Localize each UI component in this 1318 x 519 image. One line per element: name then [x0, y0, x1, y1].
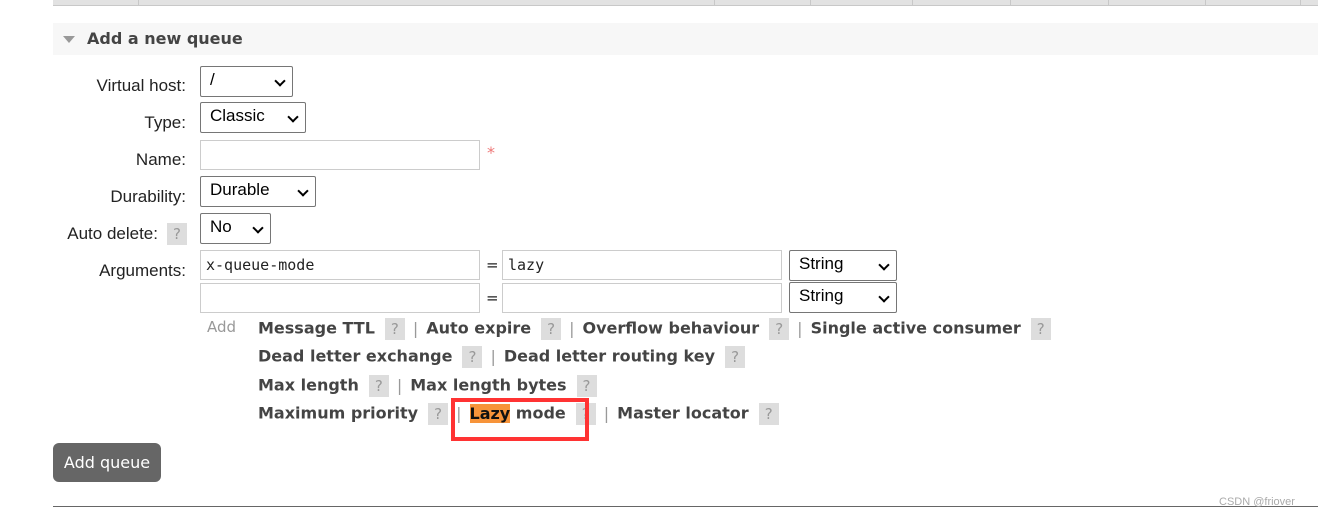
watermark: CSDN @friover: [1219, 496, 1295, 508]
help-icon[interactable]: ?: [368, 375, 389, 397]
argument-type-select[interactable]: String: [789, 250, 897, 281]
help-icon[interactable]: ?: [576, 375, 597, 397]
equals-sign: =: [486, 256, 499, 274]
auto-delete-label: Auto delete:: [67, 224, 158, 243]
selected-value: Classic: [210, 106, 265, 125]
help-icon[interactable]: ?: [1030, 318, 1051, 340]
add-argument-link[interactable]: Single active consumer: [811, 319, 1021, 338]
argument-value-input[interactable]: lazy: [502, 250, 782, 280]
help-icon[interactable]: ?: [725, 346, 746, 368]
help-icon[interactable]: ?: [384, 318, 405, 340]
table-footer-strip: [53, 0, 1318, 6]
chevron-down-icon: [297, 185, 309, 197]
argument-shortcut-row: Max length? | Max length bytes?: [258, 375, 597, 397]
arguments-label: Arguments:: [99, 261, 186, 280]
add-argument-link[interactable]: Maximum priority: [258, 404, 418, 423]
equals-sign: =: [486, 289, 499, 307]
help-icon[interactable]: ?: [428, 403, 449, 425]
type-label: Type:: [144, 113, 186, 132]
help-icon[interactable]: ?: [758, 403, 779, 425]
add-argument-link[interactable]: Overflow behaviour: [583, 319, 760, 338]
selected-value: Durable: [210, 180, 270, 199]
selected-value: String: [799, 254, 844, 273]
auto-delete-select[interactable]: No: [200, 213, 271, 244]
add-label: Add: [207, 318, 237, 336]
durability-select[interactable]: Durable: [200, 176, 316, 207]
add-queue-section-header[interactable]: Add a new queue: [53, 23, 1318, 55]
argument-value-input[interactable]: [502, 283, 782, 313]
help-icon[interactable]: ?: [769, 318, 790, 340]
chevron-down-icon: [878, 259, 890, 271]
selected-value: /: [210, 70, 215, 89]
name-label: Name:: [135, 150, 186, 169]
separator: |: [396, 375, 403, 395]
argument-key-input[interactable]: x-queue-mode: [200, 250, 480, 280]
separator: |: [490, 346, 496, 366]
add-argument-link[interactable]: Max length: [258, 376, 359, 395]
type-select[interactable]: Classic: [200, 102, 306, 133]
separator: |: [603, 403, 610, 423]
argument-shortcut-row: Dead letter exchange? | Dead letter routin…: [258, 346, 746, 368]
virtual-host-select[interactable]: /: [200, 66, 293, 97]
help-icon[interactable]: ?: [541, 318, 562, 340]
required-mark: *: [487, 143, 495, 162]
section-title: Add a new queue: [87, 29, 243, 48]
argument-type-select[interactable]: String: [789, 282, 897, 313]
argument-key-input[interactable]: [200, 283, 480, 313]
divider: [53, 506, 1318, 507]
add-argument-link[interactable]: Dead letter exchange: [258, 347, 452, 366]
chevron-down-icon: [878, 291, 890, 303]
chevron-down-icon: [274, 75, 286, 87]
argument-shortcut-row: Message TTL? | Auto expire? | Overflow behav…: [258, 318, 1051, 340]
add-queue-button[interactable]: Add queue: [53, 443, 161, 482]
add-argument-link[interactable]: Message TTL: [258, 319, 375, 338]
selected-value: String: [799, 286, 844, 305]
separator: |: [412, 318, 419, 338]
auto-delete-help-icon[interactable]: ?: [167, 223, 187, 245]
add-argument-link[interactable]: Max length bytes: [410, 376, 566, 395]
name-input[interactable]: [200, 140, 480, 170]
chevron-down-icon: [287, 111, 299, 123]
selected-value: No: [210, 217, 232, 236]
chevron-down-icon: [252, 222, 264, 234]
help-icon[interactable]: ?: [462, 346, 483, 368]
annotation-highlight-box: [451, 398, 589, 441]
add-argument-link[interactable]: Auto expire: [426, 319, 531, 338]
separator: |: [797, 318, 803, 338]
collapse-triangle-icon[interactable]: [63, 36, 75, 43]
add-argument-link[interactable]: Master locator: [617, 404, 749, 423]
separator: |: [569, 318, 575, 338]
durability-label: Durability:: [110, 187, 186, 206]
virtual-host-label: Virtual host:: [96, 76, 186, 95]
add-argument-link[interactable]: Dead letter routing key: [504, 347, 715, 366]
